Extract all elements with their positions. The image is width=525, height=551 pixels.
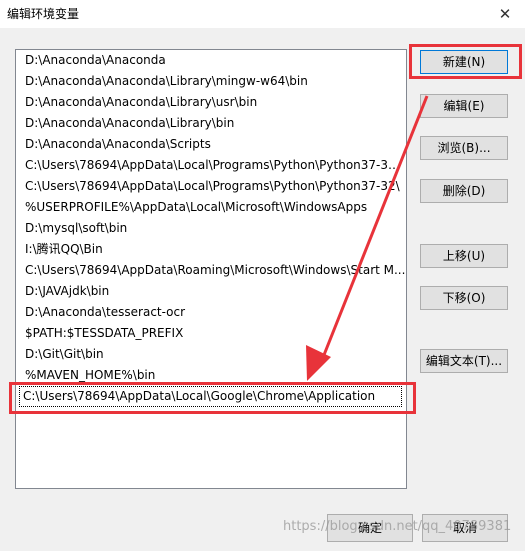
- list-item[interactable]: D:\Anaconda\Anaconda\Library\usr\bin: [16, 92, 406, 113]
- list-item[interactable]: D:\Anaconda\Anaconda\Scripts: [16, 134, 406, 155]
- list-item[interactable]: D:\Git\Git\bin: [16, 344, 406, 365]
- list-item[interactable]: D:\JAVAjdk\bin: [16, 281, 406, 302]
- watermark-text: https://blog.csdn.net/qq_40789381: [283, 519, 512, 534]
- edit-text-button[interactable]: 编辑文本(T)...: [420, 349, 508, 373]
- title-bar: 编辑环境变量 ✕: [0, 0, 525, 28]
- window-title: 编辑环境变量: [7, 7, 80, 21]
- list-item[interactable]: %USERPROFILE%\AppData\Local\Microsoft\Wi…: [16, 197, 406, 218]
- list-item[interactable]: D:\mysql\soft\bin: [16, 218, 406, 239]
- list-item-selected[interactable]: C:\Users\78694\AppData\Local\Google\Chro…: [19, 386, 402, 407]
- list-item[interactable]: D:\Anaconda\Anaconda\Library\mingw-w64\b…: [16, 71, 406, 92]
- browse-button[interactable]: 浏览(B)...: [420, 136, 508, 160]
- close-button[interactable]: ✕: [485, 0, 525, 28]
- list-item[interactable]: D:\Anaconda\Anaconda\Library\bin: [16, 113, 406, 134]
- close-icon: ✕: [498, 5, 512, 23]
- list-item[interactable]: $PATH:$TESSDATA_PREFIX: [16, 323, 406, 344]
- list-item[interactable]: %MAVEN_HOME%\bin: [16, 365, 406, 386]
- move-down-button[interactable]: 下移(O): [420, 286, 508, 310]
- delete-button[interactable]: 删除(D): [420, 179, 508, 203]
- list-item[interactable]: C:\Users\78694\AppData\Roaming\Microsoft…: [16, 260, 406, 281]
- list-item[interactable]: I:\腾讯QQ\Bin: [16, 239, 406, 260]
- list-item[interactable]: C:\Users\78694\AppData\Local\Programs\Py…: [16, 176, 406, 197]
- list-item[interactable]: D:\Anaconda\Anaconda: [16, 50, 406, 71]
- new-button[interactable]: 新建(N): [420, 50, 508, 74]
- list-item[interactable]: C:\Users\78694\AppData\Local\Programs\Py…: [16, 155, 406, 176]
- path-list[interactable]: D:\Anaconda\Anaconda D:\Anaconda\Anaconda…: [15, 49, 407, 489]
- move-up-button[interactable]: 上移(U): [420, 244, 508, 268]
- list-item[interactable]: D:\Anaconda\tesseract-ocr: [16, 302, 406, 323]
- edit-button[interactable]: 编辑(E): [420, 94, 508, 118]
